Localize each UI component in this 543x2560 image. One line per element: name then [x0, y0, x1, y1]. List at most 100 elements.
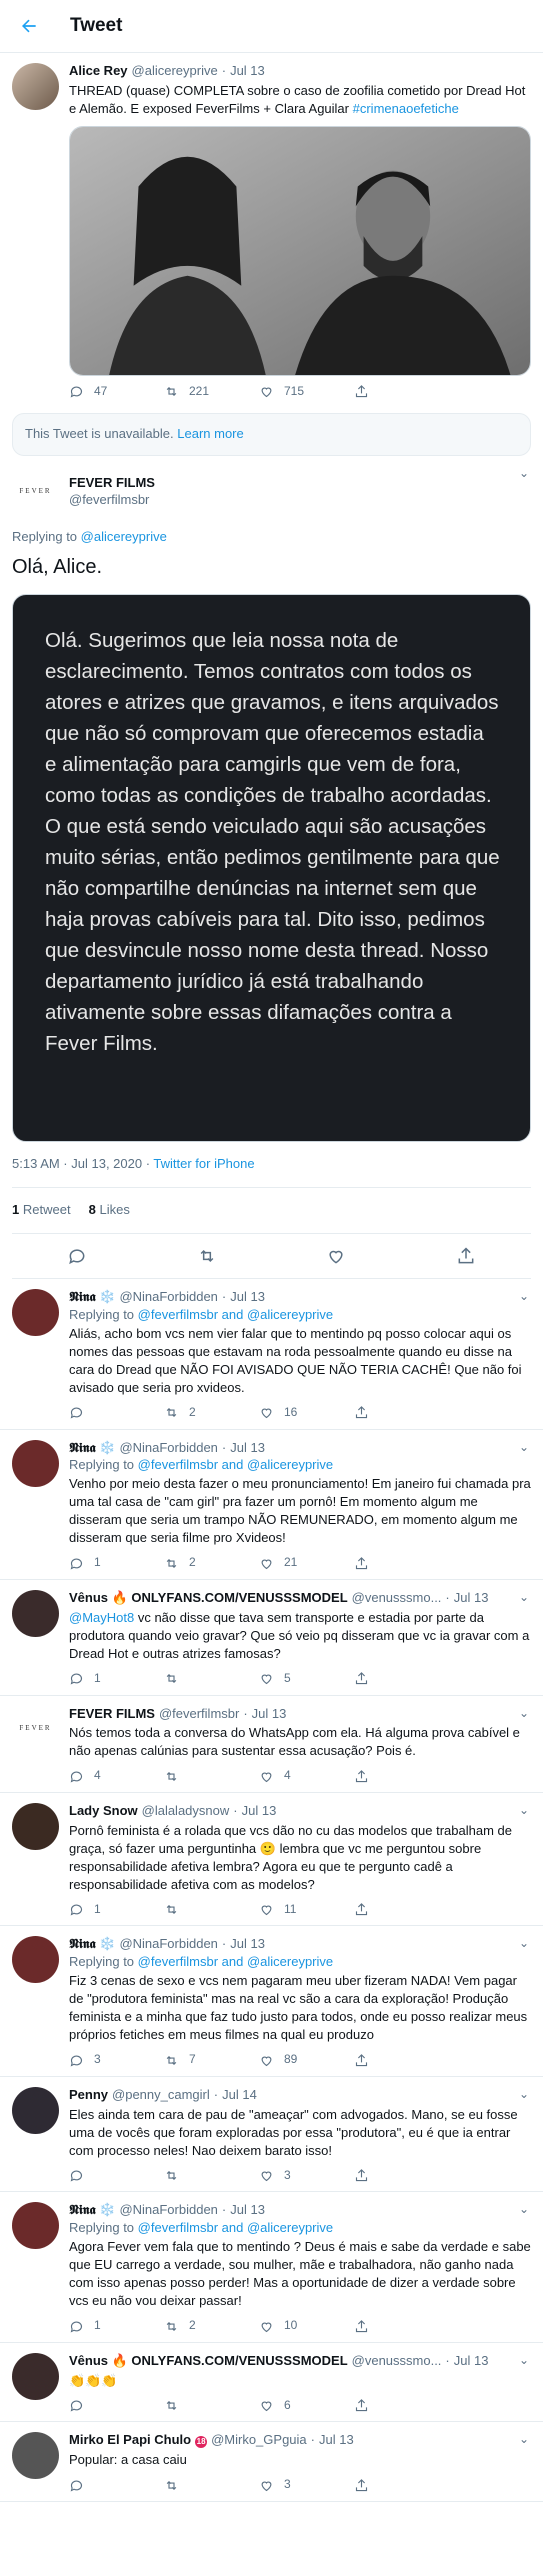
author-handle[interactable]: @penny_camgirl [112, 2087, 210, 2104]
tweet-time[interactable]: Jul 13 [230, 1289, 265, 1306]
reply-tweet[interactable]: ⌄ FEVER FEVER FILMS @feverfilmsbr · Jul … [0, 1696, 543, 1793]
author-handle[interactable]: @venusssmo... [352, 2353, 442, 2370]
like-button[interactable]: 6 [259, 2398, 354, 2414]
tweet-time[interactable]: Jul 13 [230, 2202, 265, 2219]
author-name[interactable]: FEVER FILMS [69, 1706, 155, 1723]
like-button[interactable]: 715 [259, 384, 354, 400]
tweet-source-link[interactable]: Twitter for iPhone [153, 1156, 254, 1171]
reply-button[interactable] [69, 2398, 164, 2414]
reply-button[interactable]: 1 [69, 1555, 164, 1571]
author-handle[interactable]: @NinaForbidden [119, 1936, 217, 1953]
author-handle[interactable]: @NinaForbidden [119, 1289, 217, 1306]
author-name[interactable]: 𝕹𝖎𝖓𝖆 ❄️ [69, 2202, 115, 2219]
reply-button[interactable]: 1 [69, 2318, 164, 2334]
share-button[interactable] [354, 1555, 449, 1571]
retweet-button[interactable] [164, 2477, 259, 2493]
reply-tweet[interactable]: ⌄ Vênus 🔥 ONLYFANS.COM/VENUSSSMODEL @ven… [0, 2343, 543, 2423]
tweet-time[interactable]: Jul 13 [319, 2432, 354, 2449]
share-button[interactable] [354, 2318, 449, 2334]
author-handle[interactable]: @lalaladysnow [142, 1803, 230, 1820]
avatar[interactable] [12, 2086, 59, 2134]
author-handle[interactable]: @feverfilmsbr [159, 1706, 239, 1723]
tweet-timestamp[interactable]: 5:13 AM · Jul 13, 2020 · [12, 1156, 153, 1171]
retweet-button[interactable] [164, 1671, 259, 1687]
replying-to-link[interactable]: @feverfilmsbr and @alicereyprive [138, 1457, 333, 1472]
share-button[interactable] [354, 2477, 449, 2493]
share-button[interactable] [354, 1671, 449, 1687]
replying-to-link[interactable]: @feverfilmsbr and @alicereyprive [138, 2220, 333, 2235]
hashtag-link[interactable]: #crimenaoefetiche [353, 101, 459, 116]
avatar[interactable] [12, 63, 59, 110]
author-name[interactable]: 𝕹𝖎𝖓𝖆 ❄️ [69, 1289, 115, 1306]
chevron-down-icon[interactable]: ⌄ [519, 2087, 529, 2103]
chevron-down-icon[interactable]: ⌄ [519, 2202, 529, 2218]
reply-tweet[interactable]: ⌄ Penny @penny_camgirl · Jul 14 Eles ain… [0, 2077, 543, 2193]
author-name[interactable]: 𝕹𝖎𝖓𝖆 ❄️ [69, 1936, 115, 1953]
back-arrow-icon[interactable] [14, 11, 44, 41]
like-button[interactable]: 11 [259, 1902, 354, 1918]
chevron-down-icon[interactable]: ⌄ [519, 2432, 529, 2448]
reply-icon[interactable] [67, 1246, 87, 1266]
replying-to-link[interactable]: @feverfilmsbr and @alicereyprive [138, 1954, 333, 1969]
author-handle[interactable]: @Mirko_GPguia [211, 2432, 307, 2449]
retweet-button[interactable] [164, 1768, 259, 1784]
avatar[interactable]: FEVER [12, 1705, 59, 1753]
retweet-button[interactable]: 2 [164, 2318, 259, 2334]
tweet-time[interactable]: Jul 13 [242, 1803, 277, 1820]
reply-tweet[interactable]: ⌄ 𝕹𝖎𝖓𝖆 ❄️ @NinaForbidden · Jul 13 Replyi… [0, 1926, 543, 2077]
tweet-photo[interactable] [69, 125, 531, 376]
retweets-stat[interactable]: 1 Retweet [12, 1202, 71, 1217]
heart-icon[interactable] [326, 1246, 346, 1266]
replying-to-link[interactable]: @feverfilmsbr and @alicereyprive [138, 1307, 333, 1322]
chevron-down-icon[interactable]: ⌄ [519, 1289, 529, 1305]
avatar[interactable] [12, 1439, 59, 1487]
author-name[interactable]: Penny [69, 2087, 108, 2104]
retweet-button[interactable] [164, 2168, 259, 2184]
author-handle[interactable]: @venusssmo... [352, 1590, 442, 1607]
reply-tweet[interactable]: ⌄ Mirko El Papi Chulo 18 @Mirko_GPguia ·… [0, 2422, 543, 2502]
share-button[interactable] [354, 2168, 449, 2184]
retweet-button[interactable]: 221 [164, 384, 259, 400]
tweet-time[interactable]: Jul 13 [252, 1706, 287, 1723]
retweet-button[interactable] [164, 1902, 259, 1918]
reply-button[interactable]: 1 [69, 1671, 164, 1687]
like-button[interactable]: 3 [259, 2168, 354, 2184]
reply-button[interactable] [69, 2168, 164, 2184]
author-handle[interactable]: @feverfilmsbr [69, 492, 155, 509]
reply-tweet[interactable]: ⌄ 𝕹𝖎𝖓𝖆 ❄️ @NinaForbidden · Jul 13 Replyi… [0, 1279, 543, 1430]
retweet-button[interactable]: 2 [164, 1555, 259, 1571]
like-button[interactable]: 89 [259, 2052, 354, 2068]
author-name[interactable]: 𝕹𝖎𝖓𝖆 ❄️ [69, 1440, 115, 1457]
reply-tweet[interactable]: ⌄ Vênus 🔥 ONLYFANS.COM/VENUSSSMODEL @ven… [0, 1580, 543, 1696]
share-icon[interactable] [456, 1246, 476, 1266]
like-button[interactable]: 4 [259, 1768, 354, 1784]
tweet-time[interactable]: Jul 13 [454, 2353, 489, 2370]
share-button[interactable] [354, 1405, 449, 1421]
chevron-down-icon[interactable]: ⌄ [519, 466, 529, 482]
author-handle[interactable]: @NinaForbidden [119, 1440, 217, 1457]
author-name[interactable]: Alice Rey [69, 63, 128, 80]
like-button[interactable]: 3 [259, 2477, 354, 2493]
reply-tweet[interactable]: ⌄ 𝕹𝖎𝖓𝖆 ❄️ @NinaForbidden · Jul 13 Replyi… [0, 2192, 543, 2343]
chevron-down-icon[interactable]: ⌄ [519, 1590, 529, 1606]
author-name[interactable]: Lady Snow [69, 1803, 138, 1820]
tweet-time[interactable]: Jul 13 [230, 1440, 265, 1457]
retweet-icon[interactable] [197, 1246, 217, 1266]
author-handle[interactable]: @alicereyprive [132, 63, 218, 80]
like-button[interactable]: 16 [259, 1405, 354, 1421]
share-button[interactable] [354, 384, 449, 400]
avatar[interactable] [12, 1936, 59, 1984]
mention-link[interactable]: @MayHot8 [69, 1610, 134, 1625]
chevron-down-icon[interactable]: ⌄ [519, 2353, 529, 2369]
learn-more-link[interactable]: Learn more [177, 426, 243, 441]
chevron-down-icon[interactable]: ⌄ [519, 1706, 529, 1722]
avatar[interactable] [12, 2202, 59, 2250]
reply-button[interactable]: 1 [69, 1902, 164, 1918]
chevron-down-icon[interactable]: ⌄ [519, 1936, 529, 1952]
likes-stat[interactable]: 8 Likes [89, 1202, 130, 1217]
author-handle[interactable]: @NinaForbidden [119, 2202, 217, 2219]
reply-button[interactable]: 3 [69, 2052, 164, 2068]
avatar[interactable] [12, 2352, 59, 2400]
retweet-button[interactable] [164, 2398, 259, 2414]
tweet-time[interactable]: Jul 14 [222, 2087, 257, 2104]
